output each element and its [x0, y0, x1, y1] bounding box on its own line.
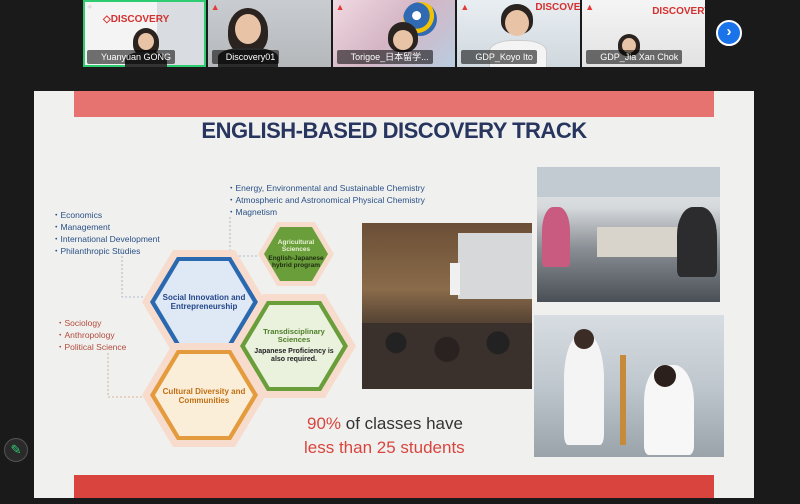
participant-tile[interactable]: ◇DISCOVERY ✦ Yuanyuan GONG [83, 0, 206, 67]
stat-line-2: less than 25 students [304, 438, 465, 457]
discovery-logo: ◇DISCOVERY [103, 14, 170, 25]
mic-muted-icon: ▲ [585, 2, 595, 12]
pin-icon: ✦ [86, 2, 94, 12]
participant-tile[interactable]: DISCOVERY ▲ GDP_Koyo Ito [457, 0, 581, 67]
shared-slide: ENGLISH-BASED DISCOVERY TRACK ・Energy, E… [34, 91, 754, 498]
pencil-icon: ✎ [10, 442, 22, 457]
mic-muted-icon: ▲ [460, 2, 470, 12]
participant-name: GDP_Jia Xan Chok [586, 50, 683, 64]
participant-name: Discovery01 [211, 50, 280, 64]
next-page-button[interactable]: › [716, 20, 742, 46]
stat-line-1: 90% of classes have [307, 414, 463, 433]
participant-tile[interactable]: ▲ Torigoe_日本留学... [332, 0, 456, 67]
annotate-button[interactable]: ✎ [4, 438, 28, 462]
mic-muted-icon: ▲ [335, 2, 345, 12]
slide-bottom-band [74, 475, 714, 498]
participant-tile[interactable]: ▲ Discovery01 [207, 0, 331, 67]
hex-social-innovation: Social Innovation and Entrepreneurship [162, 293, 246, 311]
chevron-right-icon: › [726, 23, 732, 40]
participant-name: Yuanyuan GONG [87, 50, 176, 64]
hex-transdisciplinary-sciences: Transdisciplinary Sciences Japanese Prof… [254, 326, 334, 363]
laboratory-photo [534, 315, 724, 457]
discovery-logo: DISCOVERY [535, 2, 581, 13]
participant-strip: ◇DISCOVERY ✦ Yuanyuan GONG ▲ Discovery01… [83, 0, 705, 67]
participant-name: Torigoe_日本留学... [336, 50, 433, 64]
hex-cultural-diversity: Cultural Diversity and Communities [162, 387, 246, 405]
discovery-logo: DISCOVERY [652, 6, 705, 17]
video-meeting-window: ◇DISCOVERY ✦ Yuanyuan GONG ▲ Discovery01… [0, 0, 800, 504]
classroom-photo [537, 167, 720, 302]
mic-muted-icon: ▲ [210, 2, 220, 12]
participant-tile[interactable]: DISCOVERY ▲ GDP_Jia Xan Chok [582, 0, 705, 67]
hex-agricultural-sciences: Agricultural Sciences English-Japanese h… [268, 239, 324, 269]
participant-name: GDP_Koyo Ito [461, 50, 537, 64]
lecture-hall-photo [362, 223, 532, 389]
